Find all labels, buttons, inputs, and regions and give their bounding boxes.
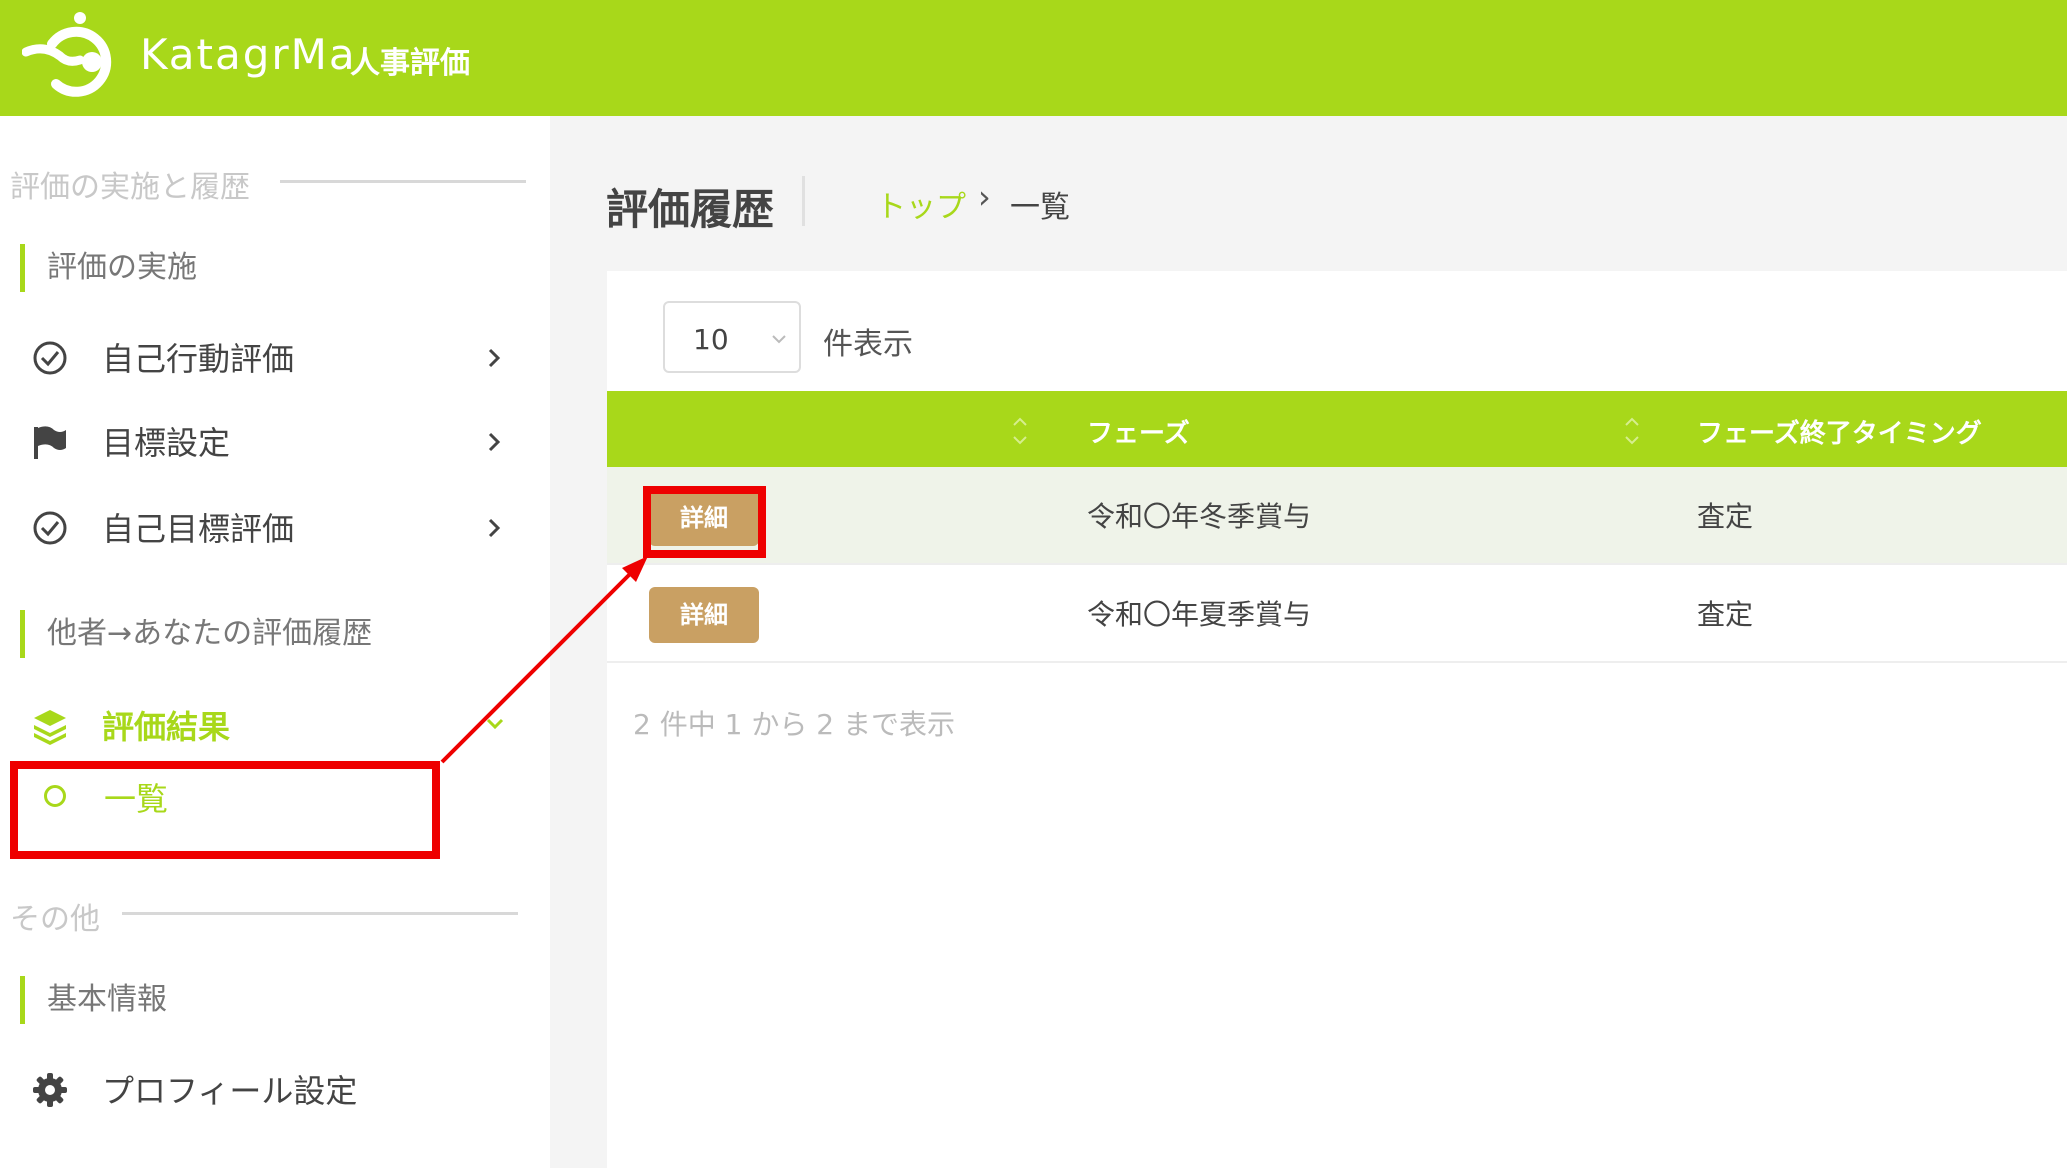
column-header-phase[interactable]: フェーズ <box>1087 413 1190 450</box>
sidebar-item-evaluation-results[interactable]: 評価結果 <box>0 690 520 760</box>
annotation-highlight-box <box>10 761 440 859</box>
page-length-label: 件表示 <box>823 327 913 362</box>
sidebar-item-label: 目標設定 <box>102 424 231 462</box>
layers-icon <box>34 710 66 745</box>
app-header: KatagrMa 人事評価 <box>0 0 2067 116</box>
sidebar-item-profile-settings[interactable]: プロフィール設定 <box>0 1054 520 1124</box>
sidebar-item-label: 評価結果 <box>102 708 231 746</box>
sidebar-item-label: プロフィール設定 <box>102 1072 358 1110</box>
title-divider <box>802 176 805 226</box>
logo-text[interactable]: KatagrMa <box>140 30 357 79</box>
section-title-other: その他 <box>10 902 100 937</box>
breadcrumb-current: 一覧 <box>1010 190 1070 225</box>
check-circle-icon <box>33 341 67 375</box>
table-header: フェーズ フェーズ終了タイミング <box>607 391 2067 467</box>
sidebar-item-label: 自己行動評価 <box>102 340 295 378</box>
breadcrumb-top-link[interactable]: トップ <box>876 182 966 226</box>
page-length-value: 10 <box>693 323 729 356</box>
chevron-right-icon <box>488 432 501 452</box>
group-label-basic-info: 基本情報 <box>20 976 167 1024</box>
sort-icon[interactable] <box>1009 411 1031 451</box>
cell-timing: 査定 <box>1697 598 1754 631</box>
history-card: 10 件表示 フェーズ フェーズ終了タイミング 詳細 令和〇年冬季賞与 査定 詳… <box>607 271 2067 1168</box>
katagrma-logo-icon[interactable] <box>22 6 126 106</box>
page-title: 評価履歴 <box>606 185 775 234</box>
table-row: 詳細 令和〇年冬季賞与 査定 <box>607 467 2067 565</box>
cell-phase: 令和〇年冬季賞与 <box>1087 500 1312 533</box>
group-label-history: 他者→あなたの評価履歴 <box>20 610 372 658</box>
section-title-evaluation: 評価の実施と履歴 <box>10 170 250 205</box>
sidebar-item-goal-setting[interactable]: 目標設定 <box>0 406 520 476</box>
breadcrumb-separator: › <box>978 178 991 216</box>
chevron-down-icon <box>486 718 504 730</box>
cell-timing: 査定 <box>1697 500 1754 533</box>
sidebar-item-self-goal-eval[interactable]: 自己目標評価 <box>0 492 520 562</box>
sidebar: 評価の実施と履歴 評価の実施 自己行動評価 目標設定 自己目標評価 他者→あなた… <box>0 116 550 1168</box>
table-info: 2 件中 1 から 2 まで表示 <box>633 708 955 741</box>
flag-icon <box>34 426 66 459</box>
annotation-highlight-box <box>643 486 766 558</box>
table-row: 詳細 令和〇年夏季賞与 査定 <box>607 565 2067 663</box>
chevron-right-icon <box>488 518 501 538</box>
sidebar-item-self-behavior-eval[interactable]: 自己行動評価 <box>0 322 520 392</box>
page-length-select[interactable]: 10 <box>663 301 801 373</box>
chevron-right-icon <box>488 348 501 368</box>
logo-subtitle: 人事評価 <box>350 46 470 81</box>
gear-icon <box>33 1073 67 1107</box>
sort-icon[interactable] <box>1621 411 1643 451</box>
check-circle-icon <box>33 511 67 545</box>
group-label-evaluation: 評価の実施 <box>20 244 197 292</box>
chevron-down-icon <box>772 335 786 344</box>
sidebar-item-label: 自己目標評価 <box>102 510 295 548</box>
column-header-phase-end-timing[interactable]: フェーズ終了タイミング <box>1697 413 1982 450</box>
section-divider <box>280 180 526 183</box>
section-divider <box>122 912 518 915</box>
cell-phase: 令和〇年夏季賞与 <box>1087 598 1312 631</box>
detail-button[interactable]: 詳細 <box>649 587 759 643</box>
